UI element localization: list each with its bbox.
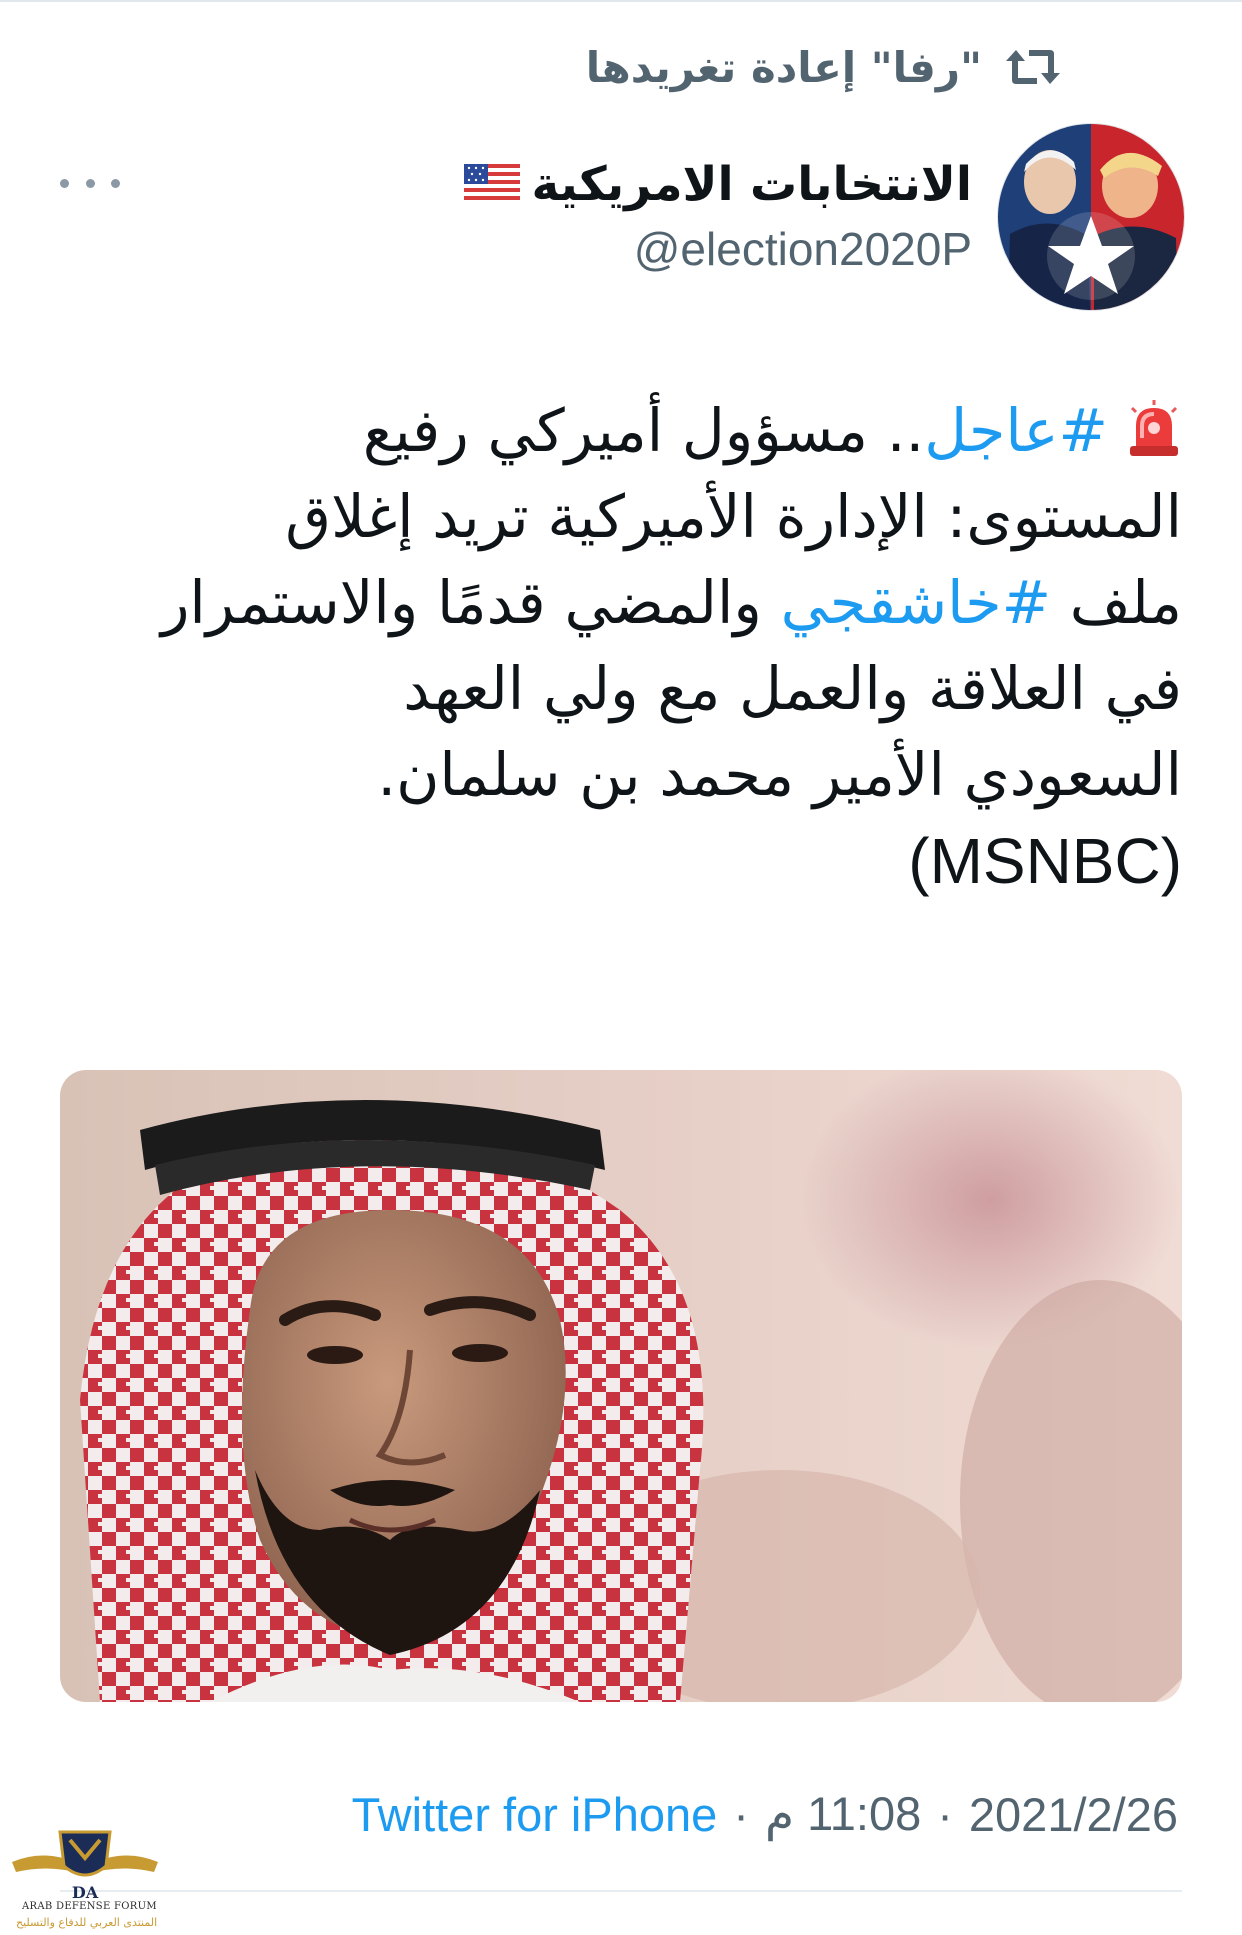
retweet-indicator[interactable]: "رفا" إعادة تغريدها — [586, 32, 1062, 102]
author-handle[interactable]: @election2020P — [634, 222, 972, 276]
tweet-line-2: المستوى: الإدارة الأميركية تريد إغلاق — [285, 482, 1182, 551]
meta-separator: · — [733, 1787, 749, 1841]
tweet-line-6: (MSNBC) — [908, 825, 1182, 897]
avatar[interactable] — [997, 123, 1185, 311]
tweet-line-text: .. مسؤول أميركي رفيع — [362, 396, 925, 465]
watermark-text-en: ARAB DEFENSE FORUM — [22, 1901, 157, 1912]
tweet-time[interactable]: 11:08 م — [765, 1786, 921, 1842]
svg-text:DA: DA — [72, 1883, 99, 1902]
siren-icon — [1126, 399, 1182, 458]
tweet-line-3: ملف #خاشقجي والمضي قدمًا والاستمرار — [60, 560, 1182, 646]
tweet-meta: 2021/2/26 · 11:08 م · Twitter for iPhone — [352, 1784, 1178, 1844]
display-name: الانتخابات الامريكية — [531, 156, 972, 212]
more-dot-icon — [85, 178, 95, 188]
watermark-text-ar: المنتدى العربي للدفاع والتسليح — [16, 1916, 158, 1929]
hashtag-link[interactable]: #خاشقجي — [781, 568, 1051, 637]
retweet-icon — [1004, 44, 1062, 90]
tweet-text: #عاجل.. مسؤول أميركي رفيع المستوى: الإدا… — [60, 388, 1182, 904]
tweet-line-1: #عاجل.. مسؤول أميركي رفيع — [60, 388, 1182, 474]
tweet-date[interactable]: 2021/2/26 — [969, 1787, 1178, 1842]
tweet-line-4: في العلاقة والعمل مع ولي العهد — [403, 654, 1182, 723]
meta-separator: · — [937, 1787, 953, 1841]
hashtag-link[interactable]: #عاجل — [924, 396, 1108, 465]
more-options-button[interactable] — [60, 163, 120, 203]
more-dot-icon — [111, 178, 120, 188]
tweet-photo[interactable] — [60, 1070, 1182, 1702]
tweet-line-5: السعودي الأمير محمد بن سلمان. — [377, 740, 1182, 809]
more-dot-icon — [60, 178, 69, 188]
top-divider — [0, 0, 1242, 2]
bottom-divider — [60, 1890, 1182, 1892]
retweet-label: "رفا" إعادة تغريدها — [585, 42, 982, 92]
tweet-line-text: والمضي قدمًا والاستمرار — [160, 568, 781, 637]
tweet-line-text: ملف — [1051, 568, 1182, 637]
tweet-source-link[interactable]: Twitter for iPhone — [352, 1787, 718, 1842]
us-flag-icon — [463, 164, 520, 204]
author-name-row[interactable]: الانتخابات الامريكية — [463, 150, 972, 218]
